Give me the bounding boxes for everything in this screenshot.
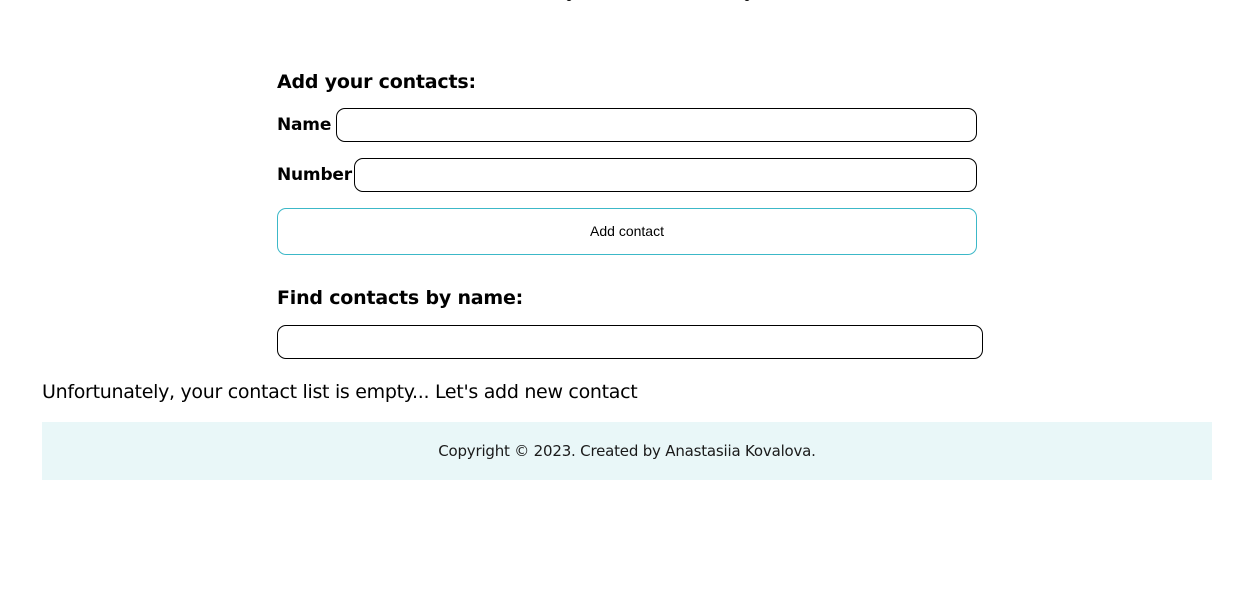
find-contacts-heading: Find contacts by name: <box>277 287 524 309</box>
number-label: Number <box>277 165 352 185</box>
phonebook-page: Add your contacts: Name Number Add conta… <box>0 0 1249 597</box>
empty-list-message: Unfortunately, your contact list is empt… <box>42 381 638 403</box>
add-contact-form: Add your contacts: Name Number Add conta… <box>277 70 977 255</box>
copyright-text: Copyright © 2023. Created by Anastasiia … <box>438 442 816 460</box>
name-field-row: Name <box>277 108 977 142</box>
number-input[interactable] <box>354 158 977 192</box>
name-label: Name <box>277 115 332 135</box>
cut-off-heading-fragment <box>560 0 760 3</box>
page-footer: Copyright © 2023. Created by Anastasiia … <box>42 422 1212 480</box>
add-contacts-heading: Add your contacts: <box>277 71 476 93</box>
search-input[interactable] <box>277 325 983 359</box>
name-input[interactable] <box>336 108 977 142</box>
add-contact-button[interactable]: Add contact <box>277 208 977 255</box>
number-field-row: Number <box>277 158 977 192</box>
